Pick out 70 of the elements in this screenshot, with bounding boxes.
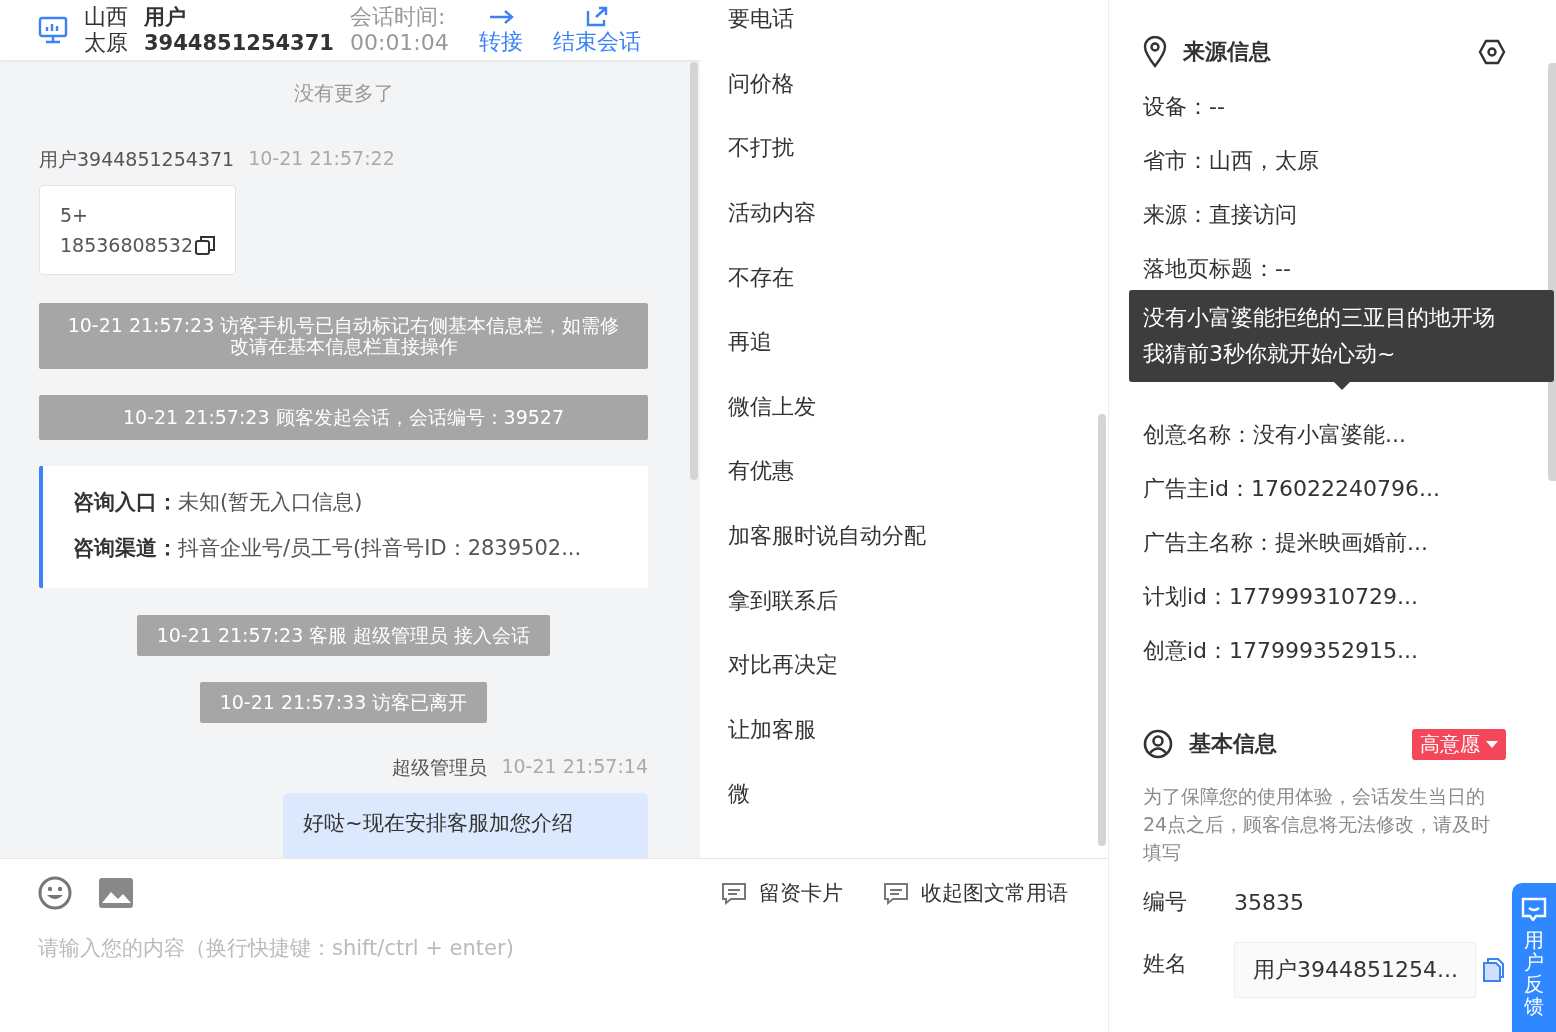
message-text: 5+ (60, 203, 89, 228)
info-field: 创意id：177999352915... (1143, 624, 1506, 678)
info-field: 创意名称：没有小富婆能... (1143, 408, 1506, 462)
session-time: 00:01:04 (349, 30, 449, 56)
scrollbar[interactable] (1548, 63, 1556, 481)
user-icon (1143, 729, 1173, 759)
message-time: 10-21 21:57:14 (501, 755, 648, 779)
caret-icon (1486, 740, 1498, 748)
info-field: 计划id：177999310729... (1143, 570, 1506, 624)
field-label: 姓名 (1143, 950, 1188, 978)
quick-phrase[interactable]: 有优惠 (728, 456, 794, 487)
settings-icon[interactable] (1478, 39, 1506, 65)
quick-phrase[interactable]: 不打扰 (728, 133, 794, 164)
message-text: 18536808532 (60, 233, 193, 258)
chat-icon (1521, 897, 1547, 921)
quick-phrase[interactable]: 对比再决定 (728, 650, 838, 681)
field-label: 编号 (1143, 888, 1188, 916)
session-time-label: 会话时间: (349, 4, 447, 30)
info-field: 来源：直接访问 (1143, 188, 1506, 242)
info-row-text: 咨询入口：未知(暂无入口信息) (73, 489, 364, 516)
system-notice: 10-21 21:57:33 访客已离开 (199, 682, 488, 723)
system-notice: 10-21 21:57:23 顾客发起会话，会话编号：39527 (39, 395, 648, 440)
info-field: 省市：山西，太原 (1143, 134, 1506, 188)
quick-phrase[interactable]: 问价格 (728, 68, 794, 99)
quick-phrase[interactable]: 微 (728, 779, 750, 810)
no-more-text: 没有更多了 (293, 80, 394, 107)
intent-dropdown[interactable]: 高意愿 (1412, 728, 1506, 760)
quick-phrase[interactable]: 拿到联系后 (728, 585, 838, 616)
field-value: 35835 (1234, 889, 1304, 915)
message-time: 10-21 21:57:22 (248, 147, 395, 171)
action-link[interactable]: 结束会话 (552, 29, 641, 55)
emoji-icon[interactable] (38, 876, 72, 910)
tooltip-text: 我猜前3秒你就开始心动~ (1143, 340, 1397, 368)
quick-phrase[interactable]: 微信上发 (728, 391, 816, 422)
user-id: 3944851254371 (144, 30, 334, 56)
image-icon[interactable] (98, 877, 134, 909)
region-text: 太原 (84, 30, 128, 56)
sender-name: 用户3944851254371 (39, 147, 235, 172)
info-field: 广告主id：176022240796... (1143, 462, 1506, 516)
region-text: 山西 (84, 4, 128, 30)
monitor-icon (38, 16, 68, 44)
quick-phrase[interactable]: 让加客服 (728, 714, 816, 745)
info-field: 落地页标题：-- (1143, 242, 1506, 296)
tooltip-text: 没有小富婆能拒绝的三亚目的地开场 (1143, 304, 1496, 332)
copy-icon[interactable] (195, 235, 215, 255)
notice-text: 为了保障您的使用体验，会话发生当日的24点之后，顾客信息将无法修改，请及时填写 (1143, 784, 1492, 865)
message-icon (721, 881, 747, 905)
quick-phrase[interactable]: 活动内容 (728, 198, 816, 229)
sender-name: 超级管理员 (392, 755, 488, 780)
action-link[interactable]: 转接 (478, 29, 523, 55)
info-field: 设备：-- (1143, 80, 1506, 134)
scrollbar[interactable] (690, 62, 698, 480)
message-text: 好哒~现在安排客服加您介绍 (303, 810, 574, 837)
section-title: 来源信息 (1183, 38, 1272, 66)
name-field[interactable]: 用户3944851254... (1234, 942, 1476, 998)
info-field: 广告主名称：提米映画婚前... (1143, 516, 1506, 570)
quick-phrase[interactable]: 要电话 (728, 4, 794, 35)
toolbar-button[interactable]: 收起图文常用语 (883, 879, 1068, 907)
quick-phrase[interactable]: 加客服时说自动分配 (728, 521, 926, 552)
system-notice: 10-21 21:57:23 访客手机号已自动标记右侧基本信息栏，如需修改请在基本信息栏直接操作 (39, 303, 648, 369)
scrollbar[interactable] (1098, 414, 1106, 846)
message-icon (883, 881, 909, 905)
toolbar-button[interactable]: 留资卡片 (721, 879, 843, 907)
section-title: 基本信息 (1189, 730, 1278, 758)
user-label: 用户 (144, 4, 187, 30)
quick-phrase[interactable]: 再追 (728, 327, 772, 358)
quick-phrase[interactable]: 不存在 (728, 262, 794, 293)
location-pin-icon (1143, 36, 1167, 68)
system-notice: 10-21 21:57:23 客服 超级管理员 接入会话 (136, 615, 551, 656)
info-row-text: 咨询渠道：抖音企业号/员工号(抖音号ID：2839502... (73, 535, 583, 562)
